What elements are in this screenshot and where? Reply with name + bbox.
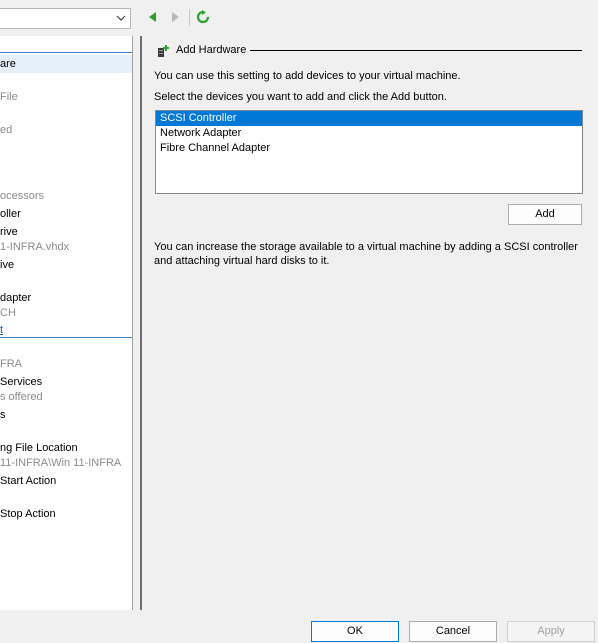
cancel-button[interactable]: Cancel bbox=[409, 621, 497, 642]
section-divider bbox=[0, 52, 132, 53]
tree-item-integration-services[interactable]: Services bbox=[0, 375, 42, 389]
apply-button[interactable]: Apply bbox=[507, 621, 595, 642]
device-option-fibre-channel-adapter[interactable]: Fibre Channel Adapter bbox=[156, 141, 582, 156]
tree-item-paging-file-location[interactable]: ng File Location bbox=[0, 441, 78, 455]
tree-item-switch-sub: CH bbox=[0, 307, 16, 319]
toolbar-separator bbox=[189, 9, 190, 26]
settings-detail-panel: Add Hardware You can use this setting to… bbox=[140, 36, 598, 610]
dialog-footer: OK Cancel Apply bbox=[0, 610, 598, 643]
tree-item-processors-sub: ocessors bbox=[0, 190, 45, 202]
refresh-icon[interactable] bbox=[196, 10, 210, 24]
description-text: You can increase the storage available t… bbox=[154, 241, 578, 267]
section-title: Add Hardware bbox=[176, 44, 247, 56]
device-option-network-adapter[interactable]: Network Adapter bbox=[156, 126, 582, 141]
info-text-2: Select the devices you want to add and c… bbox=[154, 91, 447, 103]
section-divider bbox=[0, 337, 132, 338]
tree-item-automatic-start-action[interactable]: Start Action bbox=[0, 474, 56, 488]
settings-tree[interactable]: are File ed ocessors oller rive 1-INFRA.… bbox=[0, 36, 133, 610]
tree-item-link[interactable]: t bbox=[0, 323, 3, 337]
tree-item-vhdx-sub: 1-INFRA.vhdx bbox=[0, 241, 70, 253]
tree-item-paging-path-sub: 11-INFRA\Win 11-INFRA bbox=[0, 457, 122, 469]
device-listbox[interactable]: SCSI Controller Network Adapter Fibre Ch… bbox=[155, 110, 583, 194]
tree-item-dvd-drive[interactable]: ive bbox=[0, 258, 14, 272]
tree-item-automatic-stop-action[interactable]: Stop Action bbox=[0, 507, 56, 521]
hardware-combo[interactable] bbox=[0, 8, 131, 29]
ok-button[interactable]: OK bbox=[311, 621, 399, 642]
device-option-scsi-controller[interactable]: SCSI Controller bbox=[156, 111, 582, 126]
tree-item-services-sub: s offered bbox=[0, 391, 43, 403]
add-hardware-icon bbox=[158, 45, 169, 57]
tree-item-hard-drive[interactable]: rive bbox=[0, 225, 18, 239]
add-button[interactable]: Add bbox=[508, 204, 582, 225]
tree-item-add-hardware[interactable]: are bbox=[0, 55, 132, 73]
info-text-1: You can use this setting to add devices … bbox=[154, 70, 461, 82]
tree-item-scsi-controller[interactable]: oller bbox=[0, 207, 21, 221]
tree-item-checkpoints[interactable]: s bbox=[0, 408, 6, 422]
tree-item-network-adapter[interactable]: dapter bbox=[0, 291, 31, 305]
forward-arrow-icon[interactable] bbox=[168, 10, 182, 24]
section-rule bbox=[250, 50, 582, 51]
chevron-down-icon bbox=[116, 15, 126, 21]
tree-item-firmware[interactable]: File bbox=[0, 90, 18, 104]
tree-item-name-sub: FRA bbox=[0, 358, 22, 370]
tree-item-security[interactable]: ed bbox=[0, 123, 12, 137]
back-arrow-icon[interactable] bbox=[146, 10, 160, 24]
